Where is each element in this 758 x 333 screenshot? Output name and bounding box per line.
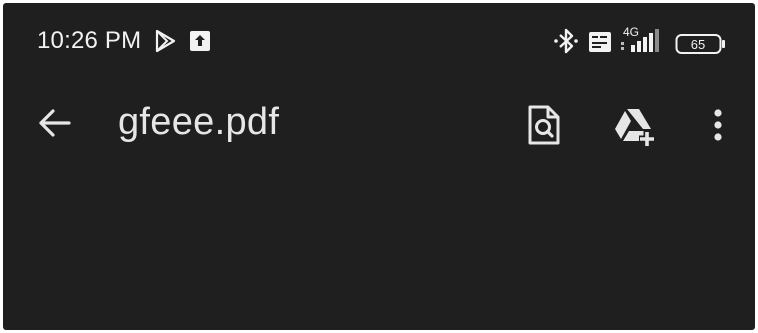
page-title: gfeee.pdf [118, 101, 280, 143]
play-store-icon [153, 29, 177, 53]
volte-icon [588, 31, 612, 53]
arrow-left-icon [35, 109, 75, 147]
status-time: 10:26 PM [37, 27, 142, 54]
battery-icon: 65 [675, 33, 727, 55]
more-vert-icon [703, 101, 733, 149]
upload-icon [189, 30, 211, 52]
search-document-button[interactable] [522, 101, 566, 149]
more-options-button[interactable] [703, 101, 733, 149]
bluetooth-icon [553, 27, 579, 55]
status-bar: 10:26 PM 4G 65 [3, 3, 755, 81]
document-content-area [3, 168, 755, 330]
signal-icon: 4G [617, 25, 665, 55]
drive-add-icon [609, 101, 661, 149]
viewer-screen: 10:26 PM 4G 65 gfeee.pdf [3, 3, 755, 330]
network-type: 4G [623, 25, 639, 39]
battery-level: 65 [691, 37, 705, 52]
back-button[interactable] [35, 103, 75, 143]
add-to-drive-button[interactable] [609, 101, 661, 149]
find-in-page-icon [522, 101, 566, 149]
app-bar: gfeee.pdf [3, 85, 755, 165]
